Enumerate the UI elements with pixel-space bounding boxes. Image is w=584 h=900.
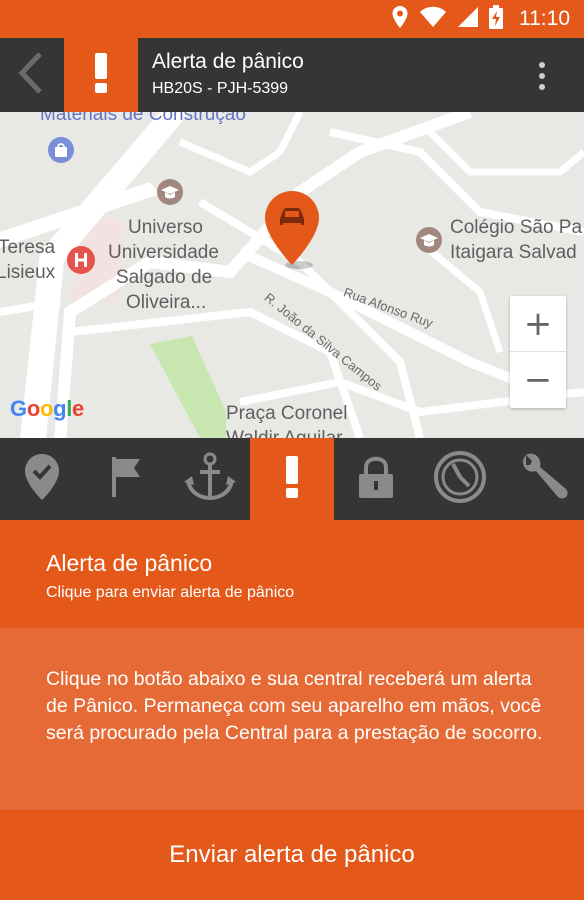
panel-description: Clique no botão abaixo e sua central rec… <box>46 668 543 744</box>
university-icon <box>156 178 184 211</box>
zoom-controls: + − <box>510 296 566 408</box>
feature-tab-bar <box>0 438 584 520</box>
map-label-universo-2: Universidade <box>108 242 219 263</box>
status-bar: 11:10 <box>0 0 584 38</box>
map-label-praca-1: Praça Coronel <box>226 403 348 424</box>
shopping-icon <box>47 136 75 169</box>
location-check-icon <box>23 452 61 507</box>
google-logo: Google <box>10 396 84 421</box>
map-label-universo-4: Oliveira... <box>126 292 207 313</box>
hospital-icon <box>66 245 96 280</box>
speedometer-icon <box>433 450 487 509</box>
signal-icon <box>457 6 479 33</box>
map-label-colegio-2: Itaigara Salvad <box>450 242 577 263</box>
zoom-out-button[interactable]: − <box>510 352 566 408</box>
panel-title: Alerta de pânico <box>46 550 213 576</box>
wifi-icon <box>419 6 447 33</box>
send-panic-alert-button[interactable]: Enviar alerta de pânico <box>0 810 584 900</box>
lock-icon <box>356 454 396 505</box>
toolbar-title: Alerta de pânico <box>152 50 304 73</box>
map-label-universo-1: Universo <box>128 217 203 238</box>
battery-charging-icon <box>489 4 503 34</box>
panic-badge <box>64 38 138 112</box>
exclamation-icon <box>93 52 109 98</box>
anchor-icon <box>184 452 236 507</box>
flag-icon <box>108 455 144 504</box>
vehicle-subtitle: HB20S - PJH-5399 <box>152 80 289 97</box>
more-vert-icon[interactable] <box>522 56 562 96</box>
panel-subtitle: Clique para enviar alerta de pânico <box>46 584 295 601</box>
wrench-icon <box>518 451 570 508</box>
map-label-praca-2: Waldir Aguilar <box>226 427 343 438</box>
zoom-in-button[interactable]: + <box>510 296 566 352</box>
tab-maintenance[interactable] <box>502 438 584 520</box>
tab-panic[interactable] <box>250 438 334 520</box>
chevron-left-icon <box>16 51 46 100</box>
school-icon <box>415 226 443 259</box>
map-label-materiais: Materiais de Construção <box>40 112 246 125</box>
map-label-colegio-1: Colégio São Pa <box>450 217 583 238</box>
status-time: 11:10 <box>519 7 570 30</box>
tab-anchor[interactable] <box>168 438 252 520</box>
status-icons: 11:10 <box>391 4 570 34</box>
map-view[interactable]: Materiais de Construção Universo Univers… <box>0 112 584 438</box>
back-button[interactable] <box>0 38 62 112</box>
tab-lock[interactable] <box>334 438 418 520</box>
map-label-teresa-1: Teresa <box>0 237 56 258</box>
location-icon <box>391 5 409 34</box>
tab-speedometer[interactable] <box>418 438 502 520</box>
tab-location[interactable] <box>0 438 84 520</box>
tab-flag[interactable] <box>84 438 168 520</box>
car-marker-icon[interactable] <box>263 189 323 274</box>
map-label-universo-3: Salgado de <box>116 267 213 288</box>
panic-panel: Alerta de pânico Clique para enviar aler… <box>0 520 584 900</box>
panel-description-box: Clique no botão abaixo e sua central rec… <box>0 628 584 810</box>
map-label-teresa-2: Lisieux <box>0 262 56 283</box>
toolbar: Alerta de pânico HB20S - PJH-5399 <box>0 38 584 112</box>
exclamation-icon <box>284 455 300 503</box>
